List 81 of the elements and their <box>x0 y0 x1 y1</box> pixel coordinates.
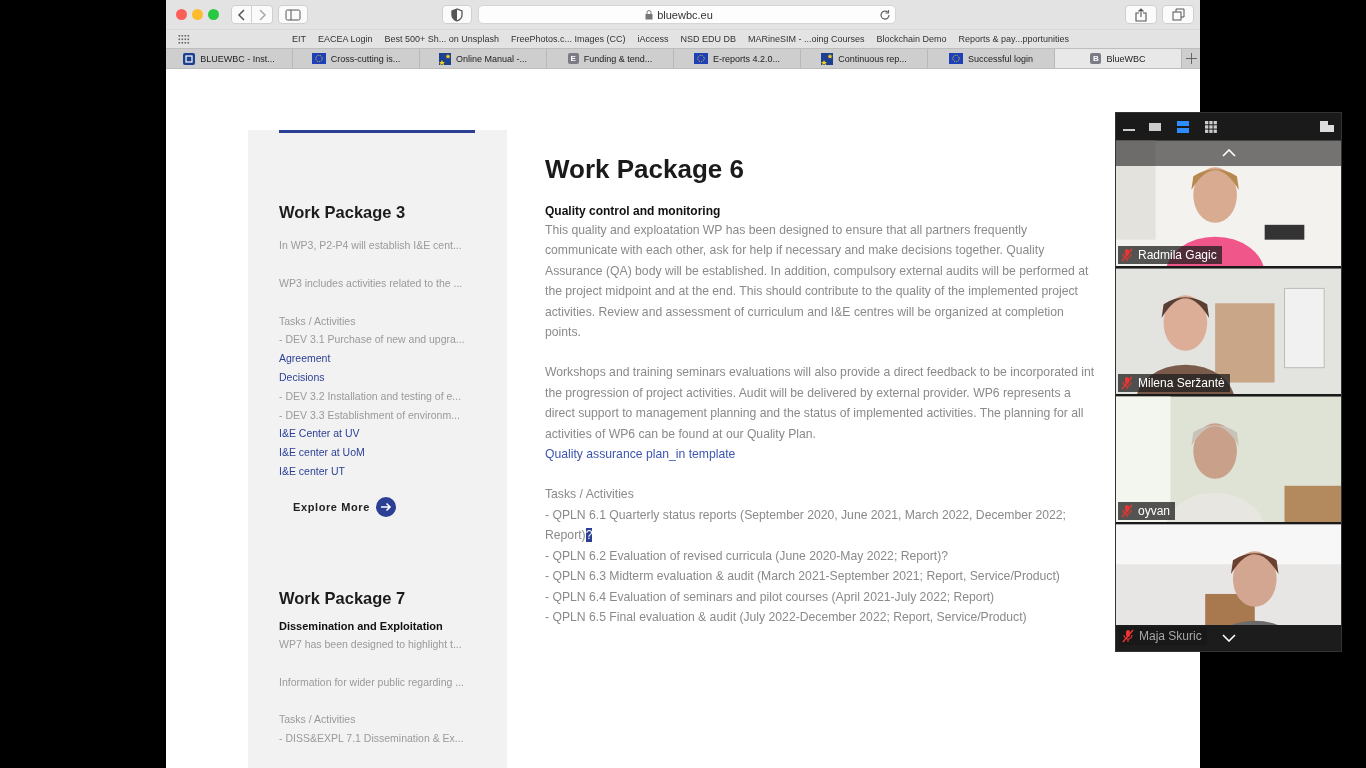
browser-tab[interactable]: Successful login <box>928 49 1055 68</box>
lock-icon <box>645 9 654 20</box>
bookmark-link[interactable]: EIT <box>292 34 306 44</box>
flag-icon <box>948 53 963 64</box>
sidebar-text: Tasks / Activities <box>279 712 357 728</box>
sidebar-text: - DEV 3.2 Installation and testing of e... <box>279 388 463 404</box>
exit-layout-icon[interactable] <box>1319 120 1335 133</box>
flag-icon <box>694 53 708 64</box>
arrow-right-icon <box>375 496 396 517</box>
section-title: Work Package 3 <box>279 203 407 222</box>
close-button[interactable] <box>176 9 187 20</box>
gallery-view-icon[interactable] <box>1204 119 1218 134</box>
share-button[interactable] <box>1125 5 1157 24</box>
sidebar-link[interactable]: I&E center at UoM <box>279 443 487 462</box>
browser-tab[interactable]: Cross-cutting is... <box>293 49 420 68</box>
square-icon <box>183 52 196 65</box>
share-icon <box>1135 7 1147 22</box>
sidebar-button[interactable] <box>278 5 308 24</box>
browser-tab[interactable]: E Funding & tend... <box>547 49 674 68</box>
back-icon <box>236 8 247 21</box>
browser-tab[interactable]: E-reports 4.2.0... <box>674 49 801 68</box>
letter-icon: E <box>567 53 579 64</box>
sidebar-link[interactable]: Agreement <box>279 349 487 368</box>
document-link[interactable]: Quality assurance plan_in template <box>545 444 1115 465</box>
section-subtitle: Dissemination and Exploitation <box>279 619 444 632</box>
privacy-button[interactable] <box>442 5 472 24</box>
sidebar-text: WP7 has been designed to highlight t... <box>279 636 463 652</box>
sidebar-link[interactable]: Decisions <box>279 368 487 387</box>
task-item: - QPLN 6.2 Evaluation of revised curricula (June 2020-May 2022; Report)? <box>545 547 950 565</box>
sidebar-text: - DEV 3.1 Purchase of new and upgra... <box>279 332 466 348</box>
bookmark-link[interactable]: EACEA Login <box>318 34 373 44</box>
bookmark-link[interactable]: NSD EDU DB <box>680 34 736 44</box>
section-subtitle: Quality control and monitoring <box>545 203 722 220</box>
tabs-overview-icon <box>1171 8 1185 21</box>
tasks-heading: Tasks / Activities <box>545 486 635 504</box>
task-item: - QPLN 6.3 Midterm evaluation & audit (March 2021-September 2021; Report, Service/Product) <box>545 568 1061 586</box>
plus-icon[interactable] <box>1185 53 1197 64</box>
browser-tab[interactable]: Online Manual -... <box>420 49 547 68</box>
forward-icon <box>257 8 267 21</box>
browser-tab[interactable]: B BlueWBC <box>1055 49 1182 68</box>
name-label: oyvan <box>1118 502 1176 520</box>
name-label: Radmila Gagic <box>1118 246 1222 264</box>
browser-tab[interactable]: BLUEWBC - Inst... <box>166 49 293 68</box>
bookmark-link[interactable]: Reports & pay...pportunities <box>958 34 1069 44</box>
bookmark-link[interactable]: MARineSIM - ...oing Courses <box>747 34 865 44</box>
task-item: - QPLN 6.5 Final evaluation & audit (July 2022-December 2022; Report, Service/Product) <box>545 608 1028 626</box>
tabs-button[interactable] <box>1162 5 1194 24</box>
paragraph: This quality and exploatation WP has been designed to ensure that all partners frequently communicate with each other, ask for help if necessary and make decisions together. Quality Assurance (QA) body will be established. In addition, compulsory external audits will be performed at the project midpoint and at the end. This should contribute to the quality of the implemented project activities. Review and assessment of curriculum and I&E centres will be organized at completion points. <box>545 222 1090 342</box>
speaker-view-icon[interactable] <box>1176 119 1190 134</box>
bookmark-link[interactable]: Best 500+ Sh... on Unsplash <box>384 34 499 44</box>
sidebar-text: WP3 includes activities related to the ... <box>279 275 464 291</box>
browser-tab[interactable]: Continuous rep... <box>801 49 928 68</box>
bookmark-link[interactable]: Blockchain Demo <box>876 34 947 44</box>
sidebar-text: In WP3, P2-P4 will establish I&E cent... <box>279 238 463 253</box>
sidebar-text: Tasks / Activities <box>279 313 357 329</box>
sidebar-icon <box>285 8 301 21</box>
explore-more-button[interactable]: Explore More <box>293 496 396 517</box>
shield-icon <box>451 7 463 22</box>
bookmark-link[interactable]: iAccess <box>637 34 669 44</box>
name-label: Maja Skuric <box>1119 627 1207 645</box>
section-title: Work Package 7 <box>279 588 407 608</box>
address-bar[interactable]: bluewbc.eu <box>478 5 896 24</box>
reload-icon[interactable] <box>879 8 891 21</box>
sidebar-text: - DISS&EXPL 7.1 Dissemination & Ex... <box>279 731 465 747</box>
flag-icon <box>311 53 326 64</box>
name-label: Milena Seržantė <box>1118 374 1230 392</box>
chevron-down-icon <box>1221 634 1236 642</box>
bookmark-link[interactable]: FreePhotos.c... Images (CC) <box>510 34 626 44</box>
paragraph: Workshops and training seminars evaluations will also provide a direct feedback to be incorporated int the progression of project activities. Audit will be delivered by external provider. WP6 represents a direct support to management planning and the status of implemented activities. The planning for all activities of WP6 can be found at our Quality Plan. <box>545 364 1096 443</box>
task-item: - QPLN 6.4 Evaluation of seminars and pilot courses (April 2021-July 2022; Report) <box>545 588 996 606</box>
back-button[interactable] <box>231 5 252 24</box>
sidebar-text: - DEV 3.3 Establishment of environm... <box>279 407 461 423</box>
chevron-up-icon <box>1221 149 1236 157</box>
sidebar-link[interactable]: I&E center UT <box>279 461 487 481</box>
sidebar-text: Information for wider public regarding ... <box>279 674 465 690</box>
grid-icon[interactable] <box>178 34 190 44</box>
task-item: - QPLN 6.1 Quarterly status reports (September 2020, June 2021, March 2022, December 2022; Report)? <box>545 506 1067 545</box>
page-heading: Work Package 6 <box>545 154 745 185</box>
sidebar-link[interactable]: I&E Center at UV <box>279 424 487 444</box>
url-text: bluewbc.eu <box>657 8 713 21</box>
letter-icon: B <box>1090 53 1102 64</box>
